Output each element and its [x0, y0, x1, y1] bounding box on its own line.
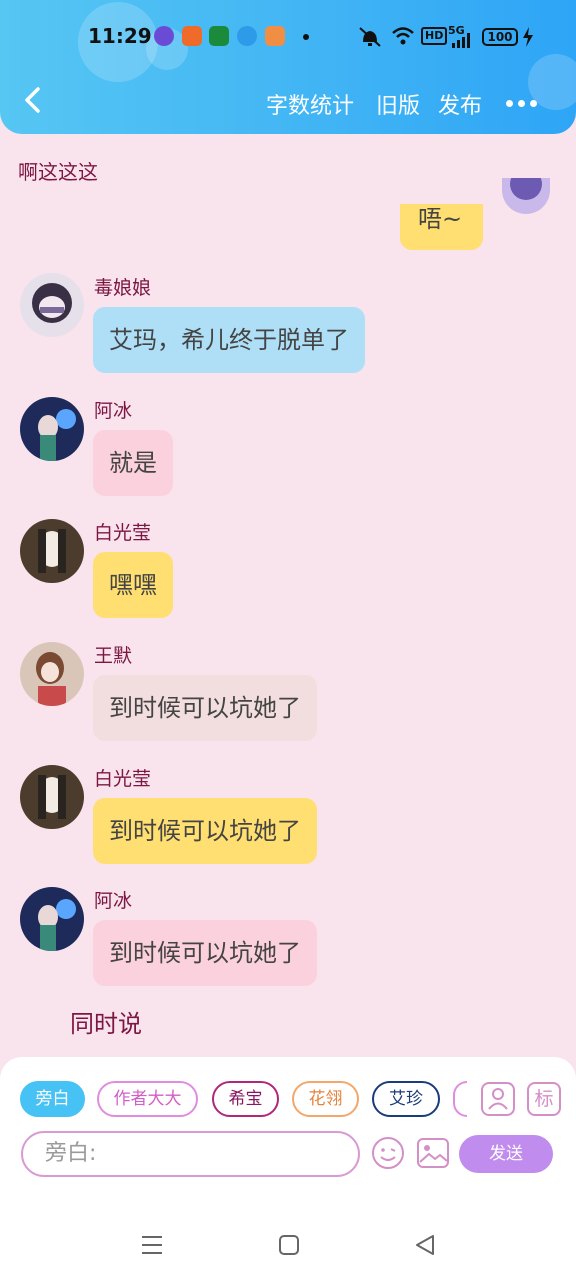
app-notification-icon — [154, 26, 174, 46]
message-bubble[interactable]: 嘿嘿 — [93, 552, 173, 618]
message-bubble[interactable]: 就是 — [93, 430, 173, 496]
system-nav-bar — [0, 1210, 576, 1280]
top-header: 11:29 HD 5G 100 字数统计 旧版 发布 — [0, 0, 576, 134]
battery-indicator: 100 — [482, 28, 518, 46]
avatar[interactable] — [20, 519, 84, 583]
home-icon[interactable] — [278, 1234, 300, 1256]
app-notification-icon — [237, 26, 257, 46]
hd-badge: HD — [421, 27, 448, 45]
sender-name: 阿冰 — [94, 400, 133, 422]
sender-name: 白光莹 — [94, 522, 152, 544]
image-icon[interactable] — [416, 1136, 450, 1170]
message-bubble[interactable]: 到时候可以坑她了 — [93, 920, 317, 986]
charging-icon — [523, 27, 533, 47]
avatar[interactable] — [20, 887, 84, 951]
status-bar: 11:29 HD 5G 100 — [0, 22, 576, 52]
word-count-button[interactable]: 字数统计 — [266, 88, 354, 120]
role-chip-narrator[interactable]: 旁白 — [20, 1081, 85, 1117]
app-notification-icon — [265, 26, 285, 46]
emoji-icon[interactable] — [371, 1136, 405, 1170]
tag-tool-icon[interactable]: 标 — [527, 1082, 561, 1116]
send-button[interactable]: 发送 — [459, 1135, 553, 1173]
publish-button[interactable]: 发布 — [438, 88, 482, 120]
message-bubble[interactable]: 艾玛，希儿终于脱单了 — [93, 307, 365, 373]
message-bubble-partial: 唔~ — [400, 204, 483, 250]
app-notification-icon — [209, 26, 229, 46]
role-chip-author[interactable]: 作者大大 — [97, 1081, 198, 1117]
wifi-icon — [392, 27, 414, 45]
character-profile-icon[interactable] — [481, 1082, 515, 1116]
more-notifications-dot — [303, 34, 309, 40]
app-notification-icon — [182, 26, 202, 46]
chat-title: 啊这这这 — [18, 160, 98, 184]
back-arrow-icon[interactable] — [22, 86, 42, 114]
role-chip-aizhen[interactable]: 艾珍 — [372, 1081, 440, 1117]
message-input[interactable]: 旁白: — [21, 1131, 360, 1177]
avatar[interactable] — [20, 273, 84, 337]
old-version-button[interactable]: 旧版 — [376, 88, 420, 120]
message-bubble[interactable]: 到时候可以坑她了 — [93, 675, 317, 741]
more-options-icon[interactable] — [506, 100, 538, 108]
avatar — [502, 178, 550, 214]
role-chip-xibao[interactable]: 希宝 — [212, 1081, 279, 1117]
sender-name: 王默 — [94, 645, 133, 667]
signal-icon — [452, 33, 470, 48]
sender-name: 毒娘娘 — [94, 277, 152, 299]
role-chip-hualing[interactable]: 花翎 — [292, 1081, 359, 1117]
back-triangle-icon[interactable] — [414, 1234, 436, 1256]
sender-name: 阿冰 — [94, 890, 133, 912]
status-time: 11:29 — [88, 24, 152, 48]
sender-name: 白光莹 — [94, 768, 152, 790]
avatar[interactable] — [20, 765, 84, 829]
mute-bell-icon — [359, 27, 381, 47]
avatar[interactable] — [20, 642, 84, 706]
role-chip-overflow[interactable] — [453, 1081, 467, 1117]
narration-text: 同时说 — [70, 1010, 142, 1038]
message-bubble[interactable]: 到时候可以坑她了 — [93, 798, 317, 864]
avatar[interactable] — [20, 397, 84, 461]
menu-icon[interactable] — [141, 1234, 163, 1256]
